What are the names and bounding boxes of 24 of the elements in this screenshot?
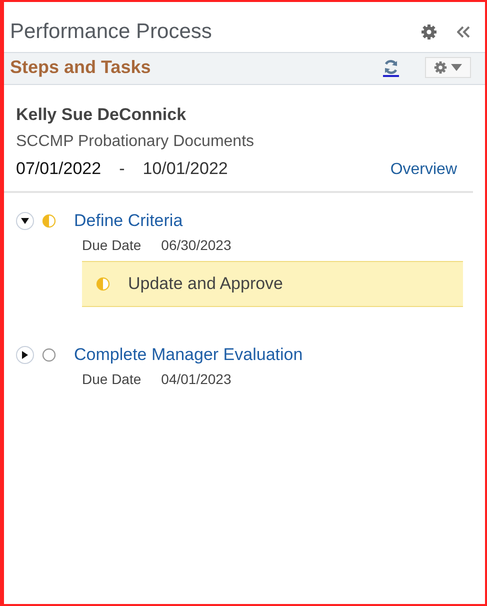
due-date: 04/01/2023 [161,371,232,387]
caret-icon [21,218,29,224]
start-date: 07/01/2022 [16,159,102,179]
due-date-label: Due Date [82,371,142,387]
refresh-icon[interactable] [383,58,399,76]
expand-toggle[interactable] [16,212,34,230]
settings-icon[interactable] [419,22,439,42]
date-separator: - [119,159,125,179]
section-title: Steps and Tasks [10,57,152,78]
end-date: 10/01/2022 [142,159,229,179]
actions-menu-button[interactable] [425,57,471,78]
employee-name: Kelly Sue DeConnick [16,105,188,125]
expand-toggle[interactable] [16,346,34,364]
document-name: SCCMP Probationary Documents [16,133,256,151]
task-item[interactable]: Update and Approve [82,261,463,307]
panel-title: Performance Process [10,20,213,44]
caret-icon [22,351,28,359]
step-link[interactable]: Define Criteria [74,211,183,231]
overview-link[interactable]: Overview [390,161,457,179]
caret-icon [451,64,462,71]
step-link[interactable]: Complete Manager Evaluation [74,345,303,365]
gear-icon [434,61,447,74]
due-date-label: Due Date [82,237,142,253]
due-date: 06/30/2023 [161,237,232,253]
